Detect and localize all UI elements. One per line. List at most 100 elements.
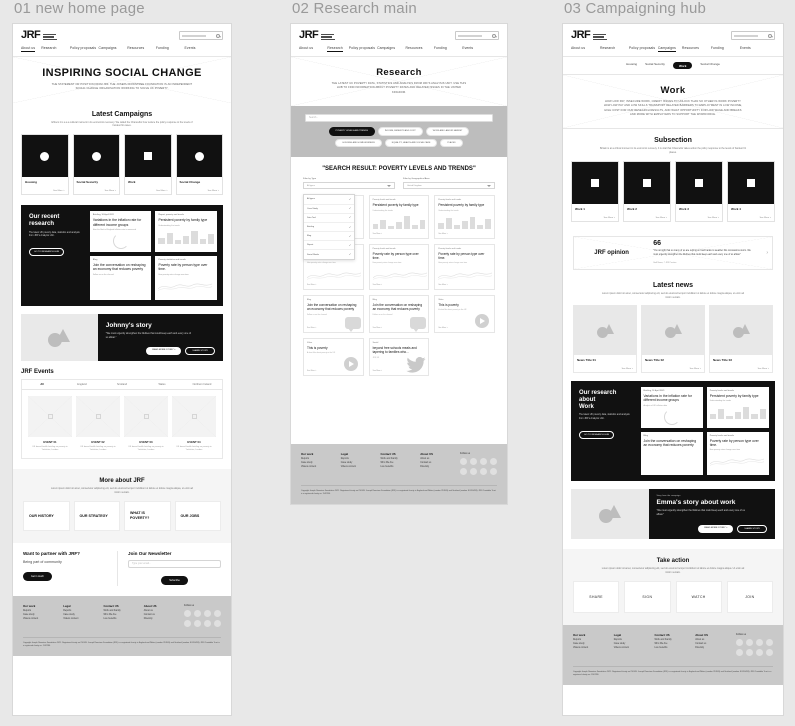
result-see-more-link[interactable]: See More > <box>438 233 447 235</box>
dropdown-option[interactable]: Case Study ✓ <box>304 205 354 214</box>
rss-icon[interactable] <box>470 467 477 475</box>
result-card[interactable]: Poverty levels and trends Poverty rate b… <box>368 243 430 290</box>
nav-item-research[interactable]: Research <box>41 46 70 52</box>
footer-link[interactable]: Live benefits <box>381 466 421 468</box>
flickr-icon[interactable] <box>214 619 221 627</box>
result-see-more-link[interactable]: See More > <box>373 327 382 329</box>
header-search-1[interactable] <box>179 31 223 40</box>
research-mini-card[interactable]: Poverty levels and trends Persistent pov… <box>706 386 769 428</box>
footer-link[interactable]: About us <box>420 458 460 460</box>
logo-1[interactable]: JRF <box>21 30 58 41</box>
footer-link[interactable]: Reports <box>341 458 381 460</box>
instagram-icon[interactable] <box>214 609 221 617</box>
play-button-icon[interactable] <box>343 356 358 371</box>
events-tab-wales[interactable]: Wales <box>142 380 182 389</box>
nav-item-research[interactable]: Research <box>327 46 343 52</box>
footer-link[interactable]: Case study <box>341 462 381 464</box>
result-card[interactable]: Poverty levels and trends Persistent pov… <box>434 195 495 239</box>
facebook-icon[interactable] <box>736 638 743 646</box>
chip-equality-health-and-social-care[interactable]: EQUALITY, HEALTH AND SOCIAL CARE <box>384 138 438 148</box>
nav-item-events[interactable]: Events <box>740 46 769 52</box>
story-read-more-button[interactable]: READ MORE STORY > <box>698 525 734 534</box>
facebook-icon[interactable] <box>184 609 191 617</box>
result-card[interactable]: Blog Join the conversation on reshaping … <box>303 294 364 333</box>
nav-item-about-us[interactable]: About us <box>21 46 36 52</box>
nav-item-events[interactable]: Events <box>462 46 490 52</box>
research-hub-button-1[interactable]: GO TO RESEARCH HUB <box>29 247 64 256</box>
research-mini-card[interactable]: Report, poverty and trends Persistent po… <box>155 211 217 252</box>
work-card[interactable]: Work 4 See More > <box>727 160 775 223</box>
main-nav-2[interactable]: About us Research Policy proposals Campa… <box>299 41 499 56</box>
chip-income-benefits-and-cost[interactable]: INCOME, BENEFITS AND COST <box>377 126 423 136</box>
flickr-icon[interactable] <box>766 648 773 656</box>
nav-item-resources[interactable]: Resources <box>405 46 433 52</box>
footer-link[interactable]: Videos content <box>63 618 103 620</box>
footer-link[interactable]: Reports <box>23 610 63 612</box>
linkedin-icon[interactable] <box>480 457 487 465</box>
dropdown-option[interactable]: Briefing ✓ <box>304 223 354 233</box>
jrf-opinion-block[interactable]: JRF opinion 66 "It's not right that so m… <box>573 236 773 270</box>
twitter-icon[interactable] <box>470 457 477 465</box>
work-see-more-link[interactable]: See More > <box>731 217 771 219</box>
logo-2[interactable]: JRF <box>299 30 336 41</box>
research-mini-card[interactable]: Blog Join the conversation on reshaping … <box>89 255 152 300</box>
action-button-join[interactable]: JOIN <box>726 580 773 613</box>
work-card[interactable]: Work 1 See More > <box>571 160 619 223</box>
dropdown-option[interactable]: Social Media ✓ <box>304 250 354 258</box>
dropdown-option[interactable]: Data Tool ✓ <box>304 214 354 223</box>
story-share-button[interactable]: SHARE STORY <box>737 525 767 534</box>
more-tile-our-history[interactable]: OUR HISTORY <box>23 500 70 531</box>
chip-work-and-labour-market[interactable]: WORK AND LABOUR MARKET <box>425 126 470 136</box>
dropdown-option[interactable]: All types ✓ <box>304 195 354 205</box>
header-search-3[interactable] <box>731 31 775 40</box>
subnav-item-social-change[interactable]: Social Change <box>700 62 720 69</box>
chip-poverty-levels-and-trends[interactable]: POVERTY LEVELS AND TRENDS <box>328 126 375 136</box>
nav-item-resources[interactable]: Resources <box>127 46 156 52</box>
nav-item-policy[interactable]: Policy proposals <box>70 46 99 52</box>
action-button-watch[interactable]: WATCH <box>675 580 722 613</box>
work-see-more-link[interactable]: See More > <box>627 217 667 219</box>
campaign-card[interactable]: Social Change See More > <box>175 134 223 196</box>
work-see-more-link[interactable]: See More > <box>575 217 615 219</box>
footer-link[interactable]: Contact us <box>420 462 460 464</box>
result-see-more-link[interactable]: See More > <box>373 233 382 235</box>
main-nav-1[interactable]: About us Research Policy proposals Campa… <box>21 41 223 56</box>
instagram-icon[interactable] <box>490 457 497 465</box>
nav-item-research[interactable]: Research <box>600 46 629 52</box>
youtube-icon[interactable] <box>736 648 743 656</box>
nav-item-about-us[interactable]: About us <box>299 46 327 52</box>
footer-link[interactable]: Reports <box>573 639 614 641</box>
footer-link[interactable]: Case study <box>301 462 341 464</box>
nav-item-funding[interactable]: Funding <box>711 46 740 52</box>
work-card[interactable]: Work 3 See More > <box>675 160 723 223</box>
result-see-more-link[interactable]: See More > <box>307 327 316 329</box>
events-tab-northern-ireland[interactable]: Northern Ireland <box>182 380 222 389</box>
research-hub-button-3[interactable]: GO TO RESEARCH HUB <box>579 430 614 439</box>
twitter-icon[interactable] <box>194 609 201 617</box>
footer-link[interactable]: Who We Are <box>655 643 696 645</box>
nav-item-policy[interactable]: Policy proposals <box>349 46 377 52</box>
campaign-card[interactable]: Social Security See More > <box>72 134 120 196</box>
footer-link[interactable]: Diversity <box>695 647 736 649</box>
news-card[interactable]: News Title 02 See More > <box>641 305 705 373</box>
event-card[interactable]: EVENT 02 UK based health briefing on pov… <box>76 396 120 452</box>
footer-link[interactable]: Work and Family <box>104 610 144 612</box>
event-card[interactable]: EVENT 03 UK based health briefing on pov… <box>124 396 168 452</box>
result-see-more-link[interactable]: See More > <box>307 370 316 372</box>
dropdown-option[interactable]: Report ✓ <box>304 241 354 251</box>
footer-link[interactable]: Diversity <box>420 466 460 468</box>
rss-icon[interactable] <box>746 648 753 656</box>
story-share-button[interactable]: SHARE STORY <box>185 347 215 356</box>
story-read-more-button[interactable]: READ MORE STORY > <box>146 347 182 356</box>
footer-link[interactable]: Contact us <box>144 614 184 616</box>
rss-icon[interactable] <box>194 619 201 627</box>
action-button-sign[interactable]: SIGN <box>624 580 671 613</box>
chevron-right-icon[interactable]: › <box>766 250 768 256</box>
news-see-more-link[interactable]: See More > <box>645 368 701 370</box>
main-nav-3[interactable]: About us Research Policy proposals Campa… <box>571 41 775 56</box>
footer-link[interactable]: Live benefits <box>655 647 696 649</box>
footer-link[interactable]: Case study <box>573 643 614 645</box>
linkedin-icon[interactable] <box>756 638 763 646</box>
footer-link[interactable]: Videos content <box>341 466 381 468</box>
subnav-item-work[interactable]: Work <box>672 62 693 69</box>
